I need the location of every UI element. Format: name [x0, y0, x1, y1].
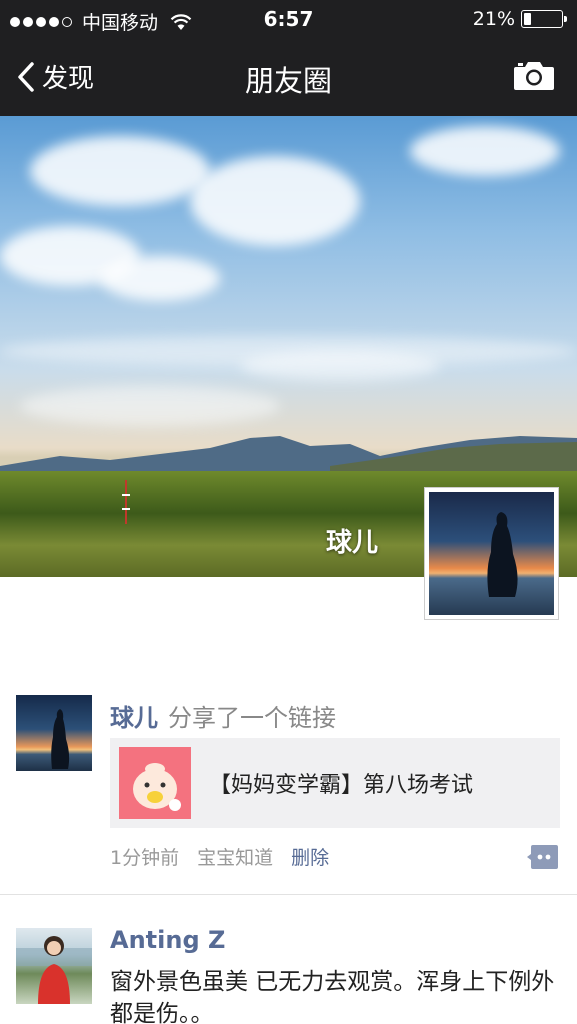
- profile-avatar[interactable]: [424, 487, 559, 620]
- nav-bar: 发现 朋友圈: [0, 38, 577, 116]
- page-title: 朋友圈: [244, 64, 332, 98]
- author-name[interactable]: 球儿: [110, 704, 158, 732]
- post-avatar-2[interactable]: [16, 928, 92, 1004]
- post-divider: [0, 894, 577, 895]
- post-author[interactable]: 球儿 分享了一个链接: [110, 698, 336, 733]
- radio-tower: [122, 480, 130, 524]
- comment-icon[interactable]: [527, 844, 559, 870]
- battery-icon: [521, 10, 567, 28]
- post-source[interactable]: 宝宝知道: [197, 843, 273, 870]
- avatar-image: [429, 492, 554, 615]
- status-bar: 中国移动 6:57 21%: [0, 0, 577, 38]
- post-avatar[interactable]: [16, 695, 92, 771]
- profile-name[interactable]: 球儿: [326, 522, 378, 559]
- post-author-2[interactable]: Anting Z: [110, 926, 225, 954]
- post-action: 分享了一个链接: [168, 704, 336, 732]
- camera-icon[interactable]: [513, 58, 555, 92]
- battery-percent: 21%: [472, 8, 515, 30]
- link-thumbnail: [119, 747, 191, 819]
- post-meta: 1分钟前 宝宝知道 删除: [110, 843, 329, 870]
- status-right: 21%: [472, 8, 567, 30]
- link-title: 【妈妈变学霸】第八场考试: [209, 773, 474, 798]
- post-time: 1分钟前: [110, 847, 180, 869]
- post-text: 窗外景色虽美 已无力去观赏。浑身上下例外都是伤。。: [110, 969, 555, 1024]
- shared-link-card[interactable]: 【妈妈变学霸】第八场考试: [110, 738, 560, 828]
- delete-button[interactable]: 删除: [291, 843, 329, 870]
